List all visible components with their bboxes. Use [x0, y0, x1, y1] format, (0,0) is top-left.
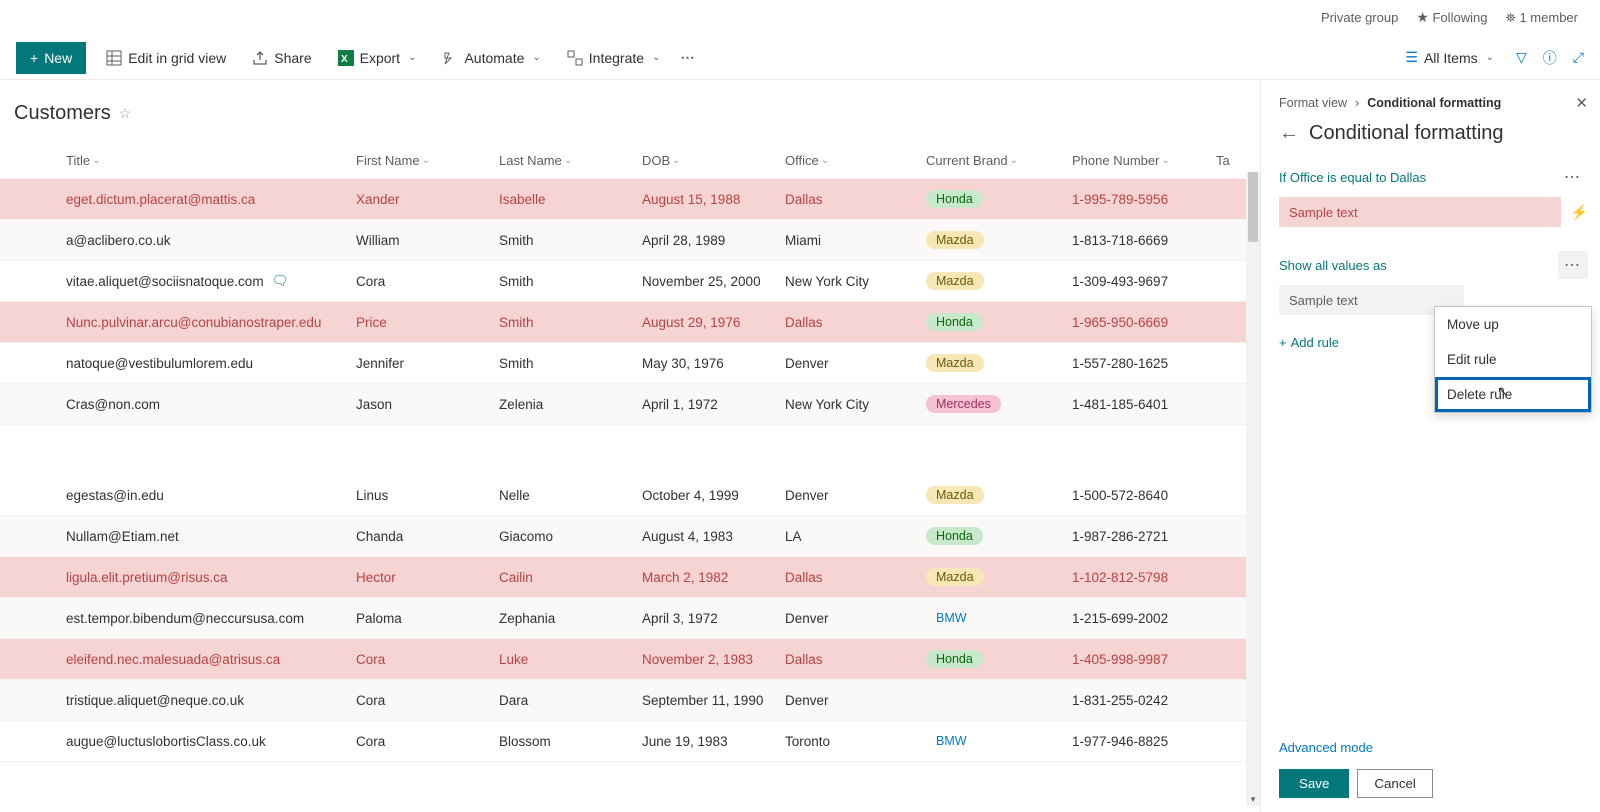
follow-toggle[interactable]: ★ Following	[1416, 9, 1487, 26]
table-row[interactable]: vitae.aliquet@sociisnatoque.com🗨CoraSmit…	[0, 261, 1260, 302]
share-icon	[252, 50, 268, 66]
page-topbar: Private group ★ Following ⛯ 1 member	[0, 0, 1600, 36]
list-rows: eget.dictum.placerat@mattis.caXanderIsab…	[0, 179, 1260, 781]
ctx-edit-rule[interactable]: Edit rule	[1435, 342, 1591, 377]
brand-pill: BMW	[926, 732, 977, 750]
col-office[interactable]: Office⌄	[785, 153, 926, 168]
scroll-thumb[interactable]	[1248, 172, 1258, 242]
brand-pill: Honda	[926, 190, 983, 208]
favorite-star-icon[interactable]: ☆	[119, 105, 132, 122]
chevron-down-icon: ⌄	[652, 52, 660, 63]
crumb-current: Conditional formatting	[1367, 96, 1501, 110]
filter-icon[interactable]: ▽	[1516, 49, 1527, 66]
advanced-mode-link[interactable]: Advanced mode	[1279, 740, 1588, 755]
table-row[interactable]: Cras@non.comJasonZeleniaApril 1, 1972New…	[0, 384, 1260, 425]
table-row[interactable]: eleifend.nec.malesuada@atrisus.caCoraLuk…	[0, 639, 1260, 680]
save-button[interactable]: Save	[1279, 769, 1349, 798]
rule-1-menu[interactable]: ⋯	[1558, 163, 1588, 191]
automate-button[interactable]: Automate⌄	[436, 42, 546, 74]
col-phone[interactable]: Phone Number⌄	[1072, 153, 1216, 168]
rule-2-label[interactable]: Show all values as	[1279, 258, 1387, 273]
rule-1-sample: Sample text	[1279, 197, 1561, 227]
vertical-scrollbar[interactable]: ▾	[1246, 172, 1260, 806]
integrate-button[interactable]: Integrate⌄	[561, 42, 667, 74]
brand-pill: Honda	[926, 650, 983, 668]
brand-pill: Mazda	[926, 272, 984, 290]
brand-pill: Mazda	[926, 354, 984, 372]
rule-context-menu: Move up Edit rule Delete rule ↖	[1434, 306, 1592, 413]
list-area: Customers ☆ Title⌄ First Name⌄ Last Name…	[0, 80, 1260, 812]
comment-icon[interactable]: 🗨	[272, 273, 289, 289]
col-brand[interactable]: Current Brand⌄	[926, 153, 1072, 168]
table-row[interactable]: augue@luctuslobortisClass.co.ukCoraBloss…	[0, 721, 1260, 762]
table-row[interactable]: egestas@in.eduLinusNelleOctober 4, 1999D…	[0, 475, 1260, 516]
col-dob[interactable]: DOB⌄	[642, 153, 785, 168]
expand-icon[interactable]: ⤢	[1573, 49, 1584, 66]
grid-icon	[106, 50, 122, 66]
export-button[interactable]: X Export⌄	[332, 42, 423, 74]
rule-1-label[interactable]: If Office is equal to Dallas	[1279, 170, 1426, 185]
excel-icon: X	[338, 50, 354, 66]
group-visibility: Private group	[1321, 10, 1398, 25]
scroll-down-arrow[interactable]: ▾	[1248, 794, 1258, 806]
chevron-down-icon: ⌄	[532, 52, 540, 63]
overflow-menu[interactable]: ⋯	[680, 49, 696, 66]
chevron-right-icon: ›	[1355, 96, 1359, 110]
crumb-format-view[interactable]: Format view	[1279, 96, 1347, 110]
info-icon[interactable]: ⓘ	[1543, 48, 1557, 68]
col-title[interactable]: Title⌄	[66, 153, 356, 168]
view-selector[interactable]: ☰ All Items⌄	[1399, 42, 1500, 74]
rule-2-menu[interactable]: ⋯	[1558, 251, 1588, 279]
list-icon: ☰	[1405, 49, 1418, 66]
close-icon[interactable]: ✕	[1575, 94, 1588, 112]
command-bar: + New Edit in grid view Share X Export⌄ …	[0, 36, 1600, 80]
table-row[interactable]: tristique.aliquet@neque.co.ukCoraDaraSep…	[0, 680, 1260, 721]
table-row[interactable]: a@aclibero.co.ukWilliamSmithApril 28, 19…	[0, 220, 1260, 261]
col-ta[interactable]: Ta	[1216, 153, 1246, 168]
flow-icon	[442, 50, 458, 66]
edit-grid-button[interactable]: Edit in grid view	[100, 42, 232, 74]
list-title: Customers	[14, 102, 111, 125]
share-button[interactable]: Share	[246, 42, 317, 74]
chevron-down-icon: ⌄	[408, 52, 416, 63]
svg-text:X: X	[341, 54, 348, 65]
format-panel: Format view › Conditional formatting ✕ ←…	[1260, 80, 1600, 812]
brand-pill: Mazda	[926, 486, 984, 504]
table-row[interactable]: ligula.elit.pretium@risus.caHectorCailin…	[0, 557, 1260, 598]
table-row[interactable]: natoque@vestibulumlorem.eduJenniferSmith…	[0, 343, 1260, 384]
brand-pill: Mercedes	[926, 395, 1001, 413]
brand-pill: Mazda	[926, 568, 984, 586]
new-button[interactable]: + New	[16, 42, 86, 74]
col-first[interactable]: First Name⌄	[356, 153, 499, 168]
cancel-button[interactable]: Cancel	[1357, 769, 1433, 798]
table-row[interactable]: Nullam@Etiam.netChandaGiacomoAugust 4, 1…	[0, 516, 1260, 557]
chevron-down-icon: ⌄	[1486, 52, 1494, 63]
members-count[interactable]: ⛯ 1 member	[1505, 10, 1578, 26]
panel-title: Conditional formatting	[1309, 122, 1504, 145]
ctx-delete-rule[interactable]: Delete rule ↖	[1435, 377, 1591, 412]
plus-icon: +	[30, 50, 38, 66]
brand-pill: Mazda	[926, 231, 984, 249]
table-row[interactable]: eget.dictum.placerat@mattis.caXanderIsab…	[0, 179, 1260, 220]
plus-icon: +	[1279, 335, 1287, 350]
back-arrow-icon[interactable]: ←	[1279, 122, 1299, 145]
table-row[interactable]: Nunc.pulvinar.arcu@conubianostraper.eduP…	[0, 302, 1260, 343]
table-row[interactable]: est.tempor.bibendum@neccursusa.comPaloma…	[0, 598, 1260, 639]
ctx-move-up[interactable]: Move up	[1435, 307, 1591, 342]
brand-pill: Honda	[926, 313, 983, 331]
bolt-icon[interactable]: ⚡	[1571, 204, 1588, 221]
brand-pill: Honda	[926, 527, 983, 545]
col-last[interactable]: Last Name⌄	[499, 153, 642, 168]
column-header-row: Title⌄ First Name⌄ Last Name⌄ DOB⌄ Offic…	[0, 143, 1260, 179]
brand-pill: BMW	[926, 609, 977, 627]
integrate-icon	[567, 50, 583, 66]
breadcrumb: Format view › Conditional formatting ✕	[1279, 94, 1588, 112]
